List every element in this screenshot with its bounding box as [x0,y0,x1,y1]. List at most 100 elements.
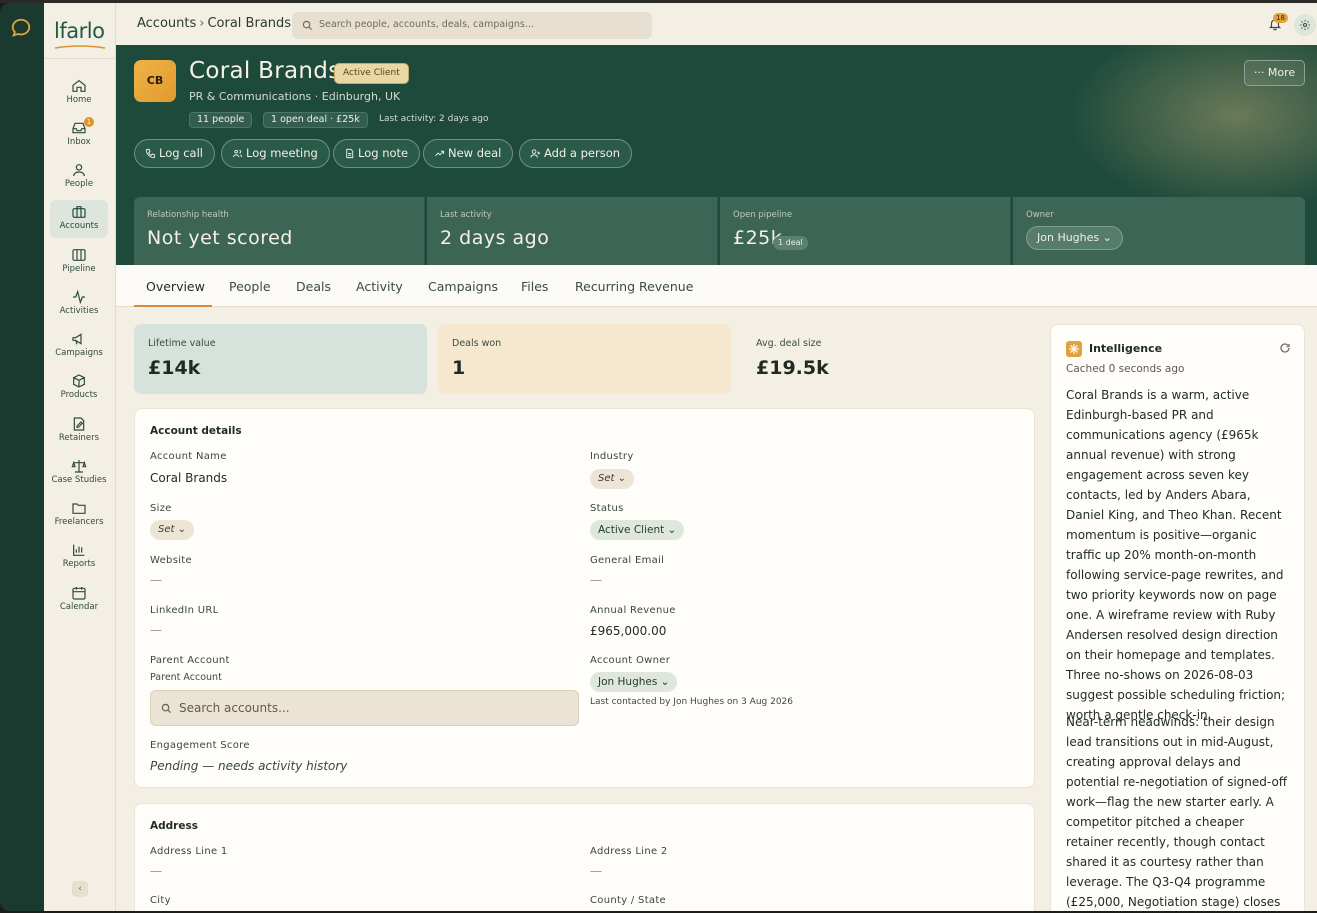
field-label: Engagement Score [150,740,250,751]
parent-account-search-input[interactable]: Search accounts... [150,690,579,726]
new-deal-button[interactable]: New deal [423,139,514,168]
owner-dropdown[interactable]: Jon Hughes ⌄ [1026,226,1123,250]
calendar-icon [72,587,86,600]
nav-item-reports[interactable]: Reports [50,538,108,576]
size-dropdown[interactable]: Set ⌄ [150,520,194,540]
industry-dropdown[interactable]: Set ⌄ [590,469,634,489]
top-bar: Accounts › Coral Brands Search people, acc… [116,3,1317,45]
tab-overview[interactable]: Overview [146,279,205,294]
field-label: Address Line 1 [150,846,228,857]
add-person-button[interactable]: Add a person [519,139,633,168]
refresh-icon[interactable] [1279,342,1291,354]
address-card: Address Address Line 1 — Address Line 2 … [134,803,1035,911]
chat-icon[interactable] [10,17,32,39]
status-dropdown[interactable]: Active Client ⌄ [590,520,685,540]
linkedin-field[interactable]: — [150,623,162,637]
nav-item-freelancers[interactable]: Freelancers [50,496,108,534]
field-label: Address Line 2 [590,846,668,857]
address-line2-field[interactable]: — [590,864,602,878]
columns-icon [72,249,86,261]
tab-deals[interactable]: Deals [296,279,331,294]
nav-item-activities[interactable]: Activities [50,285,108,323]
nav-label: People [64,179,94,189]
annual-revenue-field[interactable]: £965,000.00 [590,624,666,638]
nav-label: Pipeline [62,264,96,274]
nav-label: Activities [59,306,99,316]
owner-stat: Owner Jon Hughes ⌄ [1013,197,1305,265]
tab-files[interactable]: Files [521,279,548,294]
stat-caption: Relationship health [147,210,229,220]
engagement-score-value: Pending — needs activity history [150,759,348,773]
log-note-button[interactable]: Log note [333,139,421,168]
phone-icon [145,148,156,159]
sidebar: lfarlo Home 1 Inbox People Accounts Pipe… [44,3,116,911]
section-title: Account details [150,425,242,437]
field-label: Account Owner [590,655,671,666]
settings-button[interactable] [1294,14,1316,36]
tab-people[interactable]: People [229,279,271,294]
open-pipeline-stat: Open pipeline £25k 1 deal [720,197,1011,265]
people-count-chip[interactable]: 11 people [189,112,253,128]
account-name-field[interactable]: Coral Brands [150,471,227,485]
nav-label: Calendar [59,602,99,612]
nav-item-accounts[interactable]: Accounts [50,200,108,238]
people-icon [232,149,243,158]
nav-item-inbox[interactable]: 1 Inbox [50,116,108,154]
logo-swoosh [54,45,106,49]
nav-label: Freelancers [54,517,104,527]
stat-caption: Open pipeline [733,210,793,220]
field-label: Parent Account [150,655,230,666]
metric-value: 1 [452,357,466,379]
nav-label: Home [66,95,92,105]
nav-item-home[interactable]: Home [50,74,108,112]
tab-campaigns[interactable]: Campaigns [428,279,498,294]
action-label: Log meeting [246,146,318,160]
field-label: Size [150,503,172,514]
breadcrumb-separator: › [199,16,205,31]
nav-item-people[interactable]: People [50,158,108,196]
account-tabs: Overview People Deals Activity Campaigns… [116,265,1317,307]
intelligence-panel: Intelligence Cached 0 seconds ago Coral … [1050,324,1305,911]
nav-item-pipeline[interactable]: Pipeline [50,243,108,281]
app-logo[interactable]: lfarlo [54,19,105,43]
stat-value: Not yet scored [147,227,293,249]
breadcrumb-current: Coral Brands [207,16,292,31]
stat-caption: Owner [1026,210,1054,220]
nav-label: Campaigns [55,348,103,358]
nav-item-calendar[interactable]: Calendar [50,581,108,619]
intelligence-title: Intelligence [1089,342,1163,355]
action-label: New deal [448,146,502,160]
section-title: Address [150,820,198,832]
trend-up-icon [435,150,445,157]
log-call-button[interactable]: Log call [134,139,215,168]
field-label: LinkedIn URL [150,605,219,616]
home-icon [72,79,86,92]
last-activity-text: Last activity: 2 days ago [379,114,489,124]
nav-item-retainers[interactable]: Retainers [50,412,108,450]
nav-item-campaigns[interactable]: Campaigns [50,327,108,365]
account-owner-dropdown[interactable]: Jon Hughes ⌄ [590,672,678,692]
more-button[interactable]: ··· More [1244,60,1305,86]
deals-won-card: Deals won 1 [438,324,731,394]
field-label: Website [150,555,192,566]
log-meeting-button[interactable]: Log meeting [221,139,330,168]
tab-activity[interactable]: Activity [356,279,403,294]
collapse-sidebar-button[interactable]: ‹ [72,881,88,897]
address-line1-field[interactable]: — [150,864,162,878]
field-label: General Email [590,555,665,566]
tab-recurring-revenue[interactable]: Recurring Revenue [575,279,693,294]
open-deal-chip[interactable]: 1 open deal · £25k [263,112,368,128]
account-avatar: CB [134,60,176,102]
main-content: Accounts › Coral Brands Search people, acc… [116,3,1317,911]
nav-item-products[interactable]: Products [50,369,108,407]
active-tab-indicator [134,305,212,307]
bar-chart-icon [73,544,85,556]
field-label: City [150,895,171,906]
breadcrumb-accounts-link[interactable]: Accounts [137,16,196,31]
metric-label: Avg. deal size [756,338,822,349]
website-field[interactable]: — [150,573,162,587]
general-email-field[interactable]: — [590,573,602,587]
nav-item-case-studies[interactable]: Case Studies [50,454,108,492]
intelligence-summary: Coral Brands is a warm, active Edinburgh… [1066,388,1286,722]
global-search-input[interactable]: Search people, accounts, deals, campaign… [292,12,652,39]
